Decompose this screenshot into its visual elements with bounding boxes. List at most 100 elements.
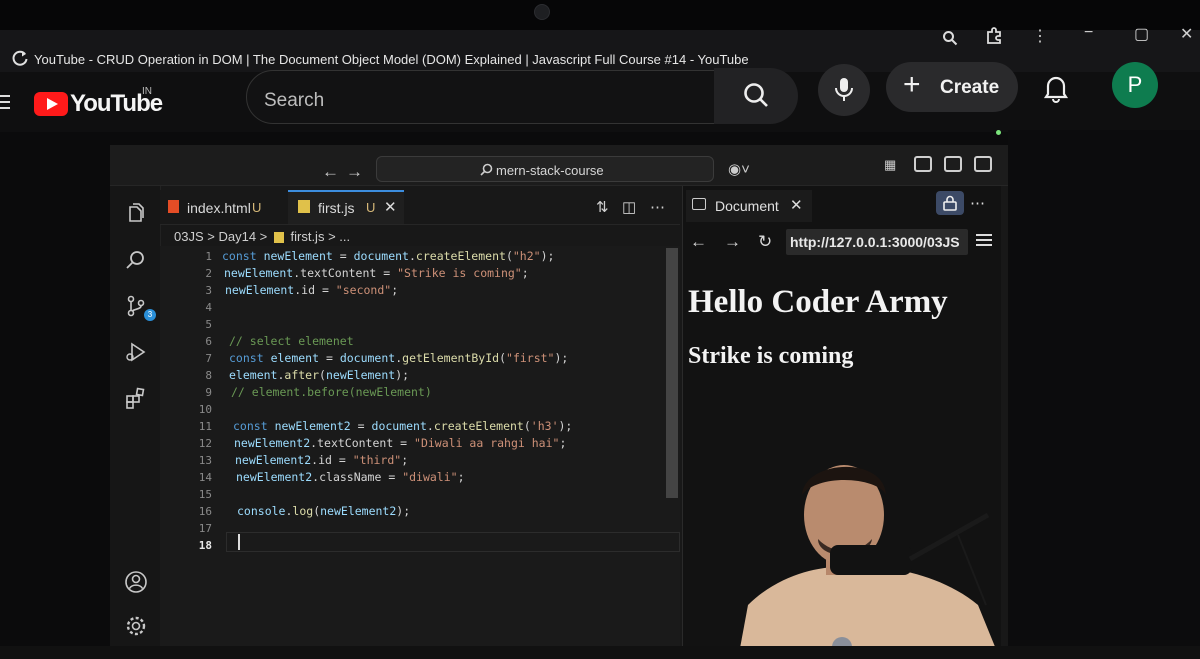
run-debug-icon[interactable] [124, 340, 148, 364]
toggle-sidebar-icon[interactable] [914, 156, 932, 172]
presenter-webcam-overlay [738, 465, 1000, 659]
youtube-logo-icon[interactable] [34, 92, 68, 116]
line-number: 15 [198, 488, 212, 501]
taskbar [0, 646, 1200, 659]
toggle-panel-icon[interactable] [944, 156, 962, 172]
code-line: newElement2.id = "third"; [235, 453, 409, 467]
command-center-label: mern-stack-course [496, 163, 604, 178]
code-line: const newElement2 = document.createEleme… [233, 419, 573, 433]
tab-label: first.js [318, 200, 355, 216]
breadcrumb[interactable]: 03JS > Day14 > first.js > ... [174, 229, 350, 244]
line-number: 7 [205, 352, 212, 365]
forward-arrow-icon[interactable]: → [346, 162, 363, 182]
line-number: 8 [205, 369, 212, 382]
breadcrumb-file[interactable]: first.js [291, 229, 325, 244]
editor-scrollbar[interactable] [666, 248, 678, 498]
notifications-bell-icon[interactable] [1040, 72, 1072, 104]
line-number: 11 [198, 420, 212, 433]
code-line: newElement.textContent = "Strike is comi… [224, 266, 529, 280]
line-number: 18 [198, 539, 212, 552]
lock-button[interactable] [936, 191, 964, 215]
scm-badge: 3 [144, 309, 156, 321]
close-icon[interactable]: ✕ [384, 198, 397, 216]
code-line: console.log(newElement2); [237, 504, 411, 518]
line-number: 2 [205, 267, 212, 280]
search-icon [480, 163, 493, 176]
code-line: newElement.id = "second"; [225, 283, 399, 297]
zoom-icon[interactable] [942, 30, 958, 46]
line-number: 17 [198, 522, 212, 535]
more-actions-icon[interactable]: ⋯ [970, 194, 985, 212]
webcam [534, 4, 550, 20]
gear-icon[interactable] [124, 614, 148, 638]
menu-icon[interactable] [976, 234, 992, 249]
breadcrumb-folder[interactable]: 03JS [174, 229, 204, 244]
menu-icon[interactable] [0, 95, 10, 113]
customize-layout-icon[interactable]: ▦ [884, 157, 902, 173]
forward-arrow-icon[interactable]: → [724, 232, 741, 252]
breadcrumb-symbol[interactable]: ... [339, 229, 350, 244]
minimize-button[interactable]: − [1084, 24, 1093, 42]
html5-icon [168, 200, 179, 213]
preview-heading-h2: Hello Coder Army [688, 284, 948, 320]
extensions-icon[interactable] [984, 26, 1004, 46]
preview-tab-label: Document [715, 198, 779, 214]
document-icon [692, 198, 706, 210]
page-title: YouTube - CRUD Operation in DOM | The Do… [34, 52, 749, 67]
tab-status: U [252, 200, 262, 215]
current-line-highlight [226, 532, 680, 552]
microphone-icon [835, 78, 853, 101]
line-number: 4 [205, 301, 212, 314]
reload-icon[interactable]: ↻ [758, 232, 772, 252]
breadcrumb-folder[interactable]: Day14 [218, 229, 256, 244]
plus-icon: + [903, 68, 921, 101]
text-cursor [238, 534, 240, 550]
js-file-icon [298, 200, 310, 213]
line-number: 5 [205, 318, 212, 331]
more-actions-icon[interactable]: ⋯ [650, 198, 665, 216]
line-number: 3 [205, 284, 212, 297]
back-arrow-icon[interactable]: ← [322, 162, 339, 182]
copilot-icon[interactable]: ◉˅ [728, 160, 750, 178]
search-placeholder: Search [264, 90, 325, 111]
line-number: 14 [198, 471, 212, 484]
tab-label: index.html [187, 200, 251, 216]
explorer-icon[interactable] [124, 201, 148, 225]
toggle-secondary-sidebar-icon[interactable] [974, 156, 992, 172]
account-icon[interactable] [124, 570, 148, 594]
back-arrow-icon[interactable]: ← [690, 232, 707, 252]
line-number: 12 [198, 437, 212, 450]
maximize-button[interactable]: ▢ [1134, 24, 1149, 44]
line-number: 9 [205, 386, 212, 399]
browser-menu-icon[interactable]: ⋮ [1032, 26, 1048, 46]
preview-heading-h3: Strike is coming [688, 343, 854, 369]
close-icon[interactable]: ✕ [790, 196, 803, 214]
line-number: 13 [198, 454, 212, 467]
search-button[interactable] [714, 68, 798, 124]
close-window-button[interactable]: ✕ [1180, 24, 1193, 44]
code-line: // element.before(newElement) [231, 385, 432, 399]
code-line: newElement2.className = "diwali"; [236, 470, 465, 484]
status-dot [996, 130, 1001, 135]
lock-icon [943, 195, 957, 211]
code-line: // select elemenet [229, 334, 354, 348]
avatar[interactable]: P [1112, 62, 1158, 108]
code-line: const newElement = document.createElemen… [222, 249, 555, 263]
search-icon[interactable] [124, 248, 148, 272]
code-line: newElement2.textContent = "Diwali aa rah… [234, 436, 567, 450]
line-number: 1 [205, 250, 212, 263]
code-line: const element = document.getElementById(… [229, 351, 569, 365]
country-code: IN [142, 86, 152, 97]
js-file-icon [273, 232, 284, 244]
reload-icon[interactable] [10, 48, 30, 68]
tab-status: U [366, 200, 376, 215]
split-editor-icon[interactable]: ◫ [622, 198, 636, 216]
voice-search-button[interactable] [818, 64, 870, 116]
line-number: 6 [205, 335, 212, 348]
url-text: http://127.0.0.1:3000/03JS [790, 234, 960, 250]
compare-changes-icon[interactable]: ⇅ [596, 198, 609, 216]
code-line: element.after(newElement); [229, 368, 410, 382]
background-dark [1008, 130, 1200, 659]
search-icon [744, 83, 768, 107]
extensions-icon[interactable] [124, 386, 148, 410]
